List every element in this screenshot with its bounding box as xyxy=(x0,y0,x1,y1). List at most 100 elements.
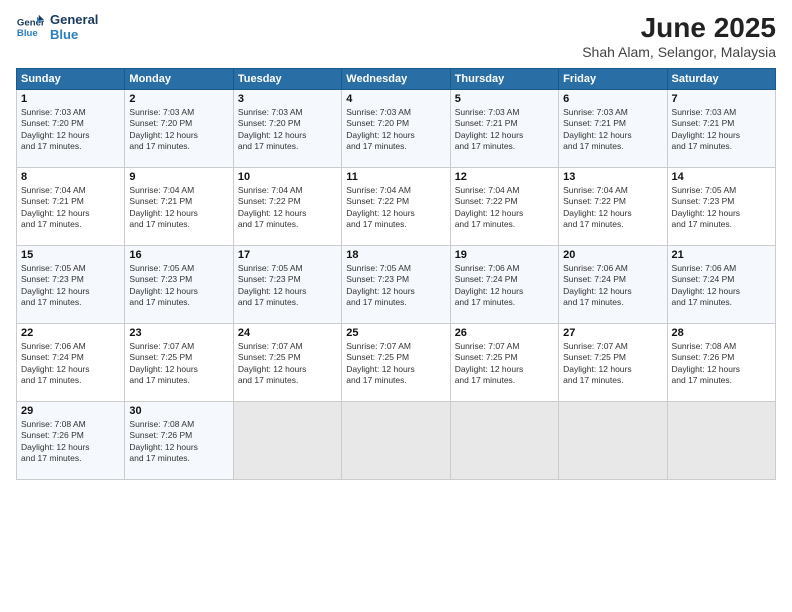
calendar-cell-w4d5: 26 Sunrise: 7:07 AMSunset: 7:25 PMDayligh… xyxy=(450,324,558,402)
day-number: 20 xyxy=(563,249,662,261)
day-number: 27 xyxy=(563,327,662,339)
day-number: 4 xyxy=(346,93,445,105)
day-info: Sunrise: 7:08 AMSunset: 7:26 PMDaylight:… xyxy=(672,341,771,387)
week-row-2: 8 Sunrise: 7:04 AMSunset: 7:21 PMDaylight… xyxy=(17,168,776,246)
logo: General Blue General Blue xyxy=(16,12,98,42)
calendar-cell-w5d3 xyxy=(233,402,341,480)
day-number: 10 xyxy=(238,171,337,183)
day-info: Sunrise: 7:08 AMSunset: 7:26 PMDaylight:… xyxy=(21,419,120,465)
day-number: 30 xyxy=(129,405,228,417)
calendar-cell-w4d6: 27 Sunrise: 7:07 AMSunset: 7:25 PMDayligh… xyxy=(559,324,667,402)
calendar-cell-w2d6: 13 Sunrise: 7:04 AMSunset: 7:22 PMDayligh… xyxy=(559,168,667,246)
day-info: Sunrise: 7:05 AMSunset: 7:23 PMDaylight:… xyxy=(129,263,228,309)
day-info: Sunrise: 7:03 AMSunset: 7:20 PMDaylight:… xyxy=(129,107,228,153)
day-number: 13 xyxy=(563,171,662,183)
day-info: Sunrise: 7:05 AMSunset: 7:23 PMDaylight:… xyxy=(21,263,120,309)
logo-general: General xyxy=(50,12,98,27)
day-info: Sunrise: 7:06 AMSunset: 7:24 PMDaylight:… xyxy=(21,341,120,387)
calendar-cell-w5d2: 30 Sunrise: 7:08 AMSunset: 7:26 PMDayligh… xyxy=(125,402,233,480)
month-title: June 2025 xyxy=(582,12,776,44)
calendar-cell-w1d7: 7Sunrise: 7:03 AMSunset: 7:21 PMDaylight… xyxy=(667,90,775,168)
weekday-header-wednesday: Wednesday xyxy=(342,69,450,90)
day-number: 21 xyxy=(672,249,771,261)
day-info: Sunrise: 7:03 AMSunset: 7:20 PMDaylight:… xyxy=(346,107,445,153)
calendar-cell-w1d2: 2 Sunrise: 7:03 AMSunset: 7:20 PMDaylight… xyxy=(125,90,233,168)
day-number: 16 xyxy=(129,249,228,261)
day-number: 9 xyxy=(129,171,228,183)
day-number: 17 xyxy=(238,249,337,261)
weekday-header-tuesday: Tuesday xyxy=(233,69,341,90)
day-info: Sunrise: 7:03 AMSunset: 7:20 PMDaylight:… xyxy=(21,107,120,153)
day-number: 3 xyxy=(238,93,337,105)
calendar-cell-w3d2: 16 Sunrise: 7:05 AMSunset: 7:23 PMDayligh… xyxy=(125,246,233,324)
day-number: 1 xyxy=(21,93,120,105)
day-number: 8 xyxy=(21,171,120,183)
calendar-cell-w1d3: 3Sunrise: 7:03 AMSunset: 7:20 PMDaylight… xyxy=(233,90,341,168)
calendar-cell-w3d7: 21 Sunrise: 7:06 AMSunset: 7:24 PMDayligh… xyxy=(667,246,775,324)
day-info: Sunrise: 7:06 AMSunset: 7:24 PMDaylight:… xyxy=(563,263,662,309)
weekday-header-saturday: Saturday xyxy=(667,69,775,90)
day-info: Sunrise: 7:06 AMSunset: 7:24 PMDaylight:… xyxy=(672,263,771,309)
day-number: 11 xyxy=(346,171,445,183)
calendar-cell-w4d3: 24 Sunrise: 7:07 AMSunset: 7:25 PMDayligh… xyxy=(233,324,341,402)
calendar-cell-w1d1: 1 Sunrise: 7:03 AMSunset: 7:20 PMDaylight… xyxy=(17,90,125,168)
calendar-cell-w1d4: 4 Sunrise: 7:03 AMSunset: 7:20 PMDaylight… xyxy=(342,90,450,168)
day-info: Sunrise: 7:04 AMSunset: 7:21 PMDaylight:… xyxy=(21,185,120,231)
day-info: Sunrise: 7:07 AMSunset: 7:25 PMDaylight:… xyxy=(129,341,228,387)
day-number: 7 xyxy=(672,93,771,105)
calendar-cell-w2d3: 10 Sunrise: 7:04 AMSunset: 7:22 PMDayligh… xyxy=(233,168,341,246)
calendar-cell-w3d3: 17 Sunrise: 7:05 AMSunset: 7:23 PMDayligh… xyxy=(233,246,341,324)
day-info: Sunrise: 7:04 AMSunset: 7:22 PMDaylight:… xyxy=(563,185,662,231)
day-number: 14 xyxy=(672,171,771,183)
weekday-header-friday: Friday xyxy=(559,69,667,90)
week-row-3: 15Sunrise: 7:05 AMSunset: 7:23 PMDayligh… xyxy=(17,246,776,324)
calendar-cell-w3d5: 19Sunrise: 7:06 AMSunset: 7:24 PMDayligh… xyxy=(450,246,558,324)
day-number: 22 xyxy=(21,327,120,339)
day-number: 12 xyxy=(455,171,554,183)
day-number: 2 xyxy=(129,93,228,105)
calendar-cell-w4d4: 25 Sunrise: 7:07 AMSunset: 7:25 PMDayligh… xyxy=(342,324,450,402)
calendar-cell-w1d6: 6Sunrise: 7:03 AMSunset: 7:21 PMDaylight… xyxy=(559,90,667,168)
day-number: 28 xyxy=(672,327,771,339)
calendar-cell-w1d5: 5Sunrise: 7:03 AMSunset: 7:21 PMDaylight… xyxy=(450,90,558,168)
calendar-cell-w3d6: 20 Sunrise: 7:06 AMSunset: 7:24 PMDayligh… xyxy=(559,246,667,324)
weekday-header-monday: Monday xyxy=(125,69,233,90)
weekday-header-sunday: Sunday xyxy=(17,69,125,90)
logo-icon: General Blue xyxy=(16,13,44,41)
calendar-cell-w4d1: 22 Sunrise: 7:06 AMSunset: 7:24 PMDayligh… xyxy=(17,324,125,402)
weekday-header-thursday: Thursday xyxy=(450,69,558,90)
day-info: Sunrise: 7:06 AMSunset: 7:24 PMDaylight:… xyxy=(455,263,554,309)
calendar-cell-w5d5 xyxy=(450,402,558,480)
week-row-1: 1 Sunrise: 7:03 AMSunset: 7:20 PMDaylight… xyxy=(17,90,776,168)
calendar-cell-w2d5: 12Sunrise: 7:04 AMSunset: 7:22 PMDayligh… xyxy=(450,168,558,246)
day-info: Sunrise: 7:05 AMSunset: 7:23 PMDaylight:… xyxy=(672,185,771,231)
day-number: 24 xyxy=(238,327,337,339)
calendar-cell-w5d7 xyxy=(667,402,775,480)
weekday-header-row: SundayMondayTuesdayWednesdayThursdayFrid… xyxy=(17,69,776,90)
calendar-cell-w2d4: 11Sunrise: 7:04 AMSunset: 7:22 PMDayligh… xyxy=(342,168,450,246)
calendar-cell-w5d1: 29Sunrise: 7:08 AMSunset: 7:26 PMDayligh… xyxy=(17,402,125,480)
day-info: Sunrise: 7:07 AMSunset: 7:25 PMDaylight:… xyxy=(455,341,554,387)
day-info: Sunrise: 7:08 AMSunset: 7:26 PMDaylight:… xyxy=(129,419,228,465)
day-info: Sunrise: 7:07 AMSunset: 7:25 PMDaylight:… xyxy=(238,341,337,387)
day-number: 23 xyxy=(129,327,228,339)
day-info: Sunrise: 7:04 AMSunset: 7:21 PMDaylight:… xyxy=(129,185,228,231)
calendar-cell-w2d7: 14 Sunrise: 7:05 AMSunset: 7:23 PMDayligh… xyxy=(667,168,775,246)
day-number: 26 xyxy=(455,327,554,339)
calendar-cell-w4d7: 28 Sunrise: 7:08 AMSunset: 7:26 PMDayligh… xyxy=(667,324,775,402)
day-info: Sunrise: 7:05 AMSunset: 7:23 PMDaylight:… xyxy=(238,263,337,309)
day-info: Sunrise: 7:07 AMSunset: 7:25 PMDaylight:… xyxy=(563,341,662,387)
day-info: Sunrise: 7:03 AMSunset: 7:21 PMDaylight:… xyxy=(455,107,554,153)
week-row-5: 29Sunrise: 7:08 AMSunset: 7:26 PMDayligh… xyxy=(17,402,776,480)
week-row-4: 22 Sunrise: 7:06 AMSunset: 7:24 PMDayligh… xyxy=(17,324,776,402)
day-number: 25 xyxy=(346,327,445,339)
day-info: Sunrise: 7:04 AMSunset: 7:22 PMDaylight:… xyxy=(238,185,337,231)
calendar-cell-w2d2: 9 Sunrise: 7:04 AMSunset: 7:21 PMDaylight… xyxy=(125,168,233,246)
day-number: 18 xyxy=(346,249,445,261)
header: General Blue General Blue June 2025 Shah… xyxy=(16,12,776,60)
svg-text:Blue: Blue xyxy=(17,28,38,39)
logo-blue: Blue xyxy=(50,27,98,42)
day-info: Sunrise: 7:07 AMSunset: 7:25 PMDaylight:… xyxy=(346,341,445,387)
location-title: Shah Alam, Selangor, Malaysia xyxy=(582,44,776,60)
day-number: 6 xyxy=(563,93,662,105)
